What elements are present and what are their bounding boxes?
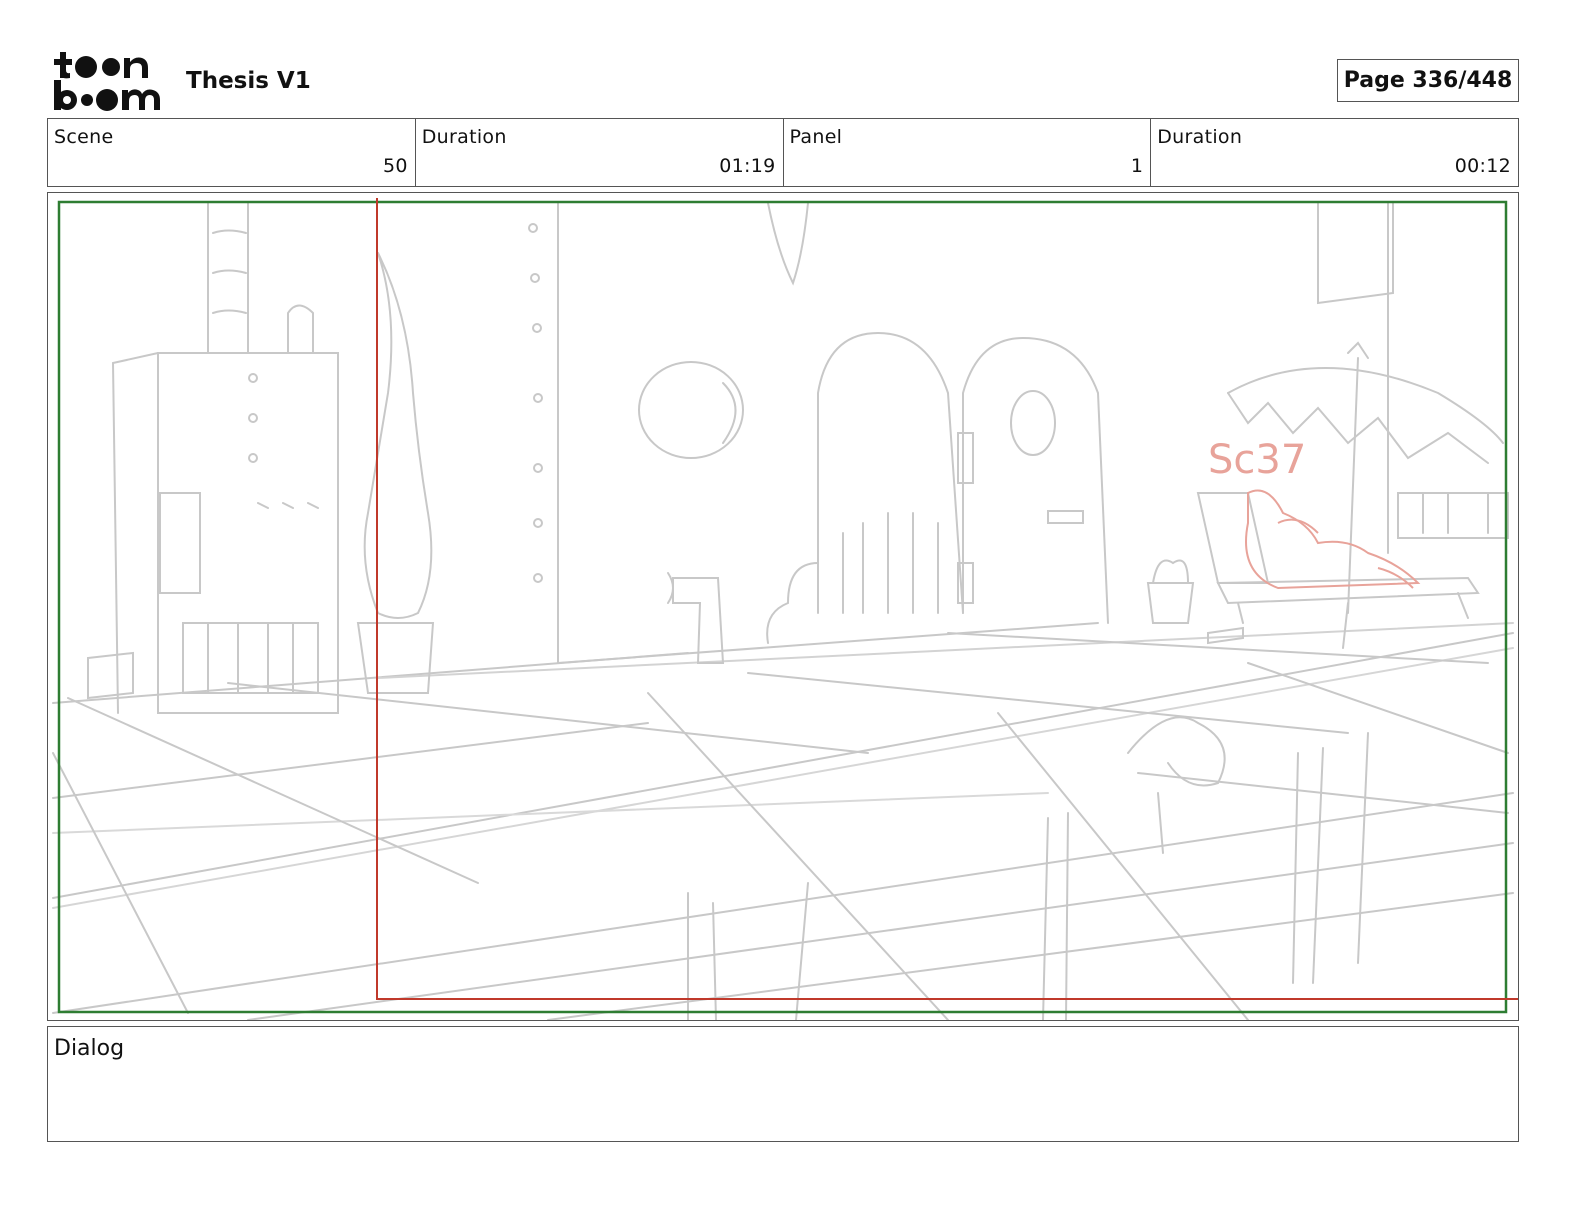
scene-label: Scene [54,126,114,148]
panel-label: Panel [789,126,843,148]
sketch-background [52,202,1514,1020]
scene-duration-label: Duration [421,126,507,148]
panel-value: 1 [1130,155,1144,177]
dialog-box[interactable]: Dialog [47,1026,1519,1142]
dialog-label: Dialog [54,1036,125,1061]
toon-boom-logo [54,52,160,111]
safe-frame [57,200,1508,1014]
page-indicator: Page 336/448 [1337,59,1519,102]
scene-duration-cell: Duration 01:19 [416,119,784,186]
panel-duration-label: Duration [1157,126,1243,148]
storyboard-panel[interactable]: Sc37 [47,192,1519,1021]
project-title: Thesis V1 [186,68,311,94]
panel-sketch: Sc37 [52,198,1518,1020]
scene-cell: Scene 50 [48,119,416,186]
scene-annotation: Sc37 [1208,437,1306,483]
panel-cell: Panel 1 [784,119,1152,186]
character-sketch [1245,489,1421,590]
panel-info-row: Scene 50 Duration 01:19 Panel 1 Duration… [47,118,1519,187]
panel-duration-cell: Duration 00:12 [1151,119,1518,186]
scene-duration-value: 01:19 [719,155,776,177]
panel-duration-value: 00:12 [1454,155,1511,177]
scene-value: 50 [382,155,408,177]
page-label: Page 336/448 [1343,68,1513,93]
